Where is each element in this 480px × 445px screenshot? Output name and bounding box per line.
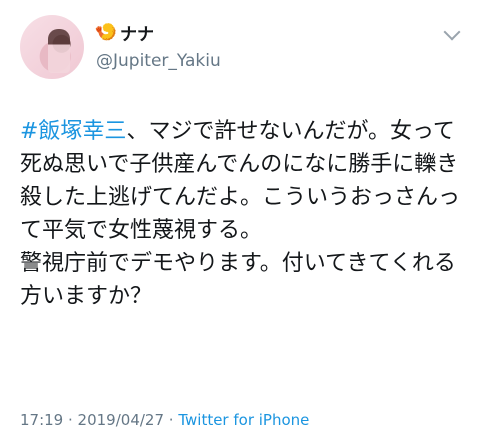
avatar-photo [48, 29, 70, 73]
meta-separator: · [63, 411, 78, 429]
chevron-down-icon[interactable] [443, 23, 461, 41]
avatar[interactable] [20, 15, 84, 79]
shrimp-emoji-icon: 🍤 [94, 22, 118, 43]
tweet-metadata: 17:19 · 2019/04/27 · Twitter for iPhone [20, 411, 309, 429]
tweet-source-link[interactable]: Twitter for iPhone [178, 411, 309, 429]
tweet-card: 🍤 ナナ @Jupiter_Yakiu #飯塚幸三、マジで許せないんだが。女って… [0, 0, 480, 445]
hashtag-link[interactable]: #飯塚幸三 [20, 119, 126, 144]
tweet-body: 、マジで許せないんだが。女って死ぬ思いで子供産んでんのになに勝手に轢き殺した上逃… [20, 119, 461, 309]
tweet-time: 17:19 [20, 411, 64, 429]
user-handle[interactable]: @Jupiter_Yakiu [96, 51, 221, 71]
display-name[interactable]: ナナ [120, 20, 154, 45]
user-name-row[interactable]: 🍤 ナナ [94, 20, 154, 45]
tweet-text: #飯塚幸三、マジで許せないんだが。女って死ぬ思いで子供産んでんのになに勝手に轢き… [20, 115, 470, 313]
meta-separator: · [164, 411, 179, 429]
tweet-date: 2019/04/27 [77, 411, 165, 429]
